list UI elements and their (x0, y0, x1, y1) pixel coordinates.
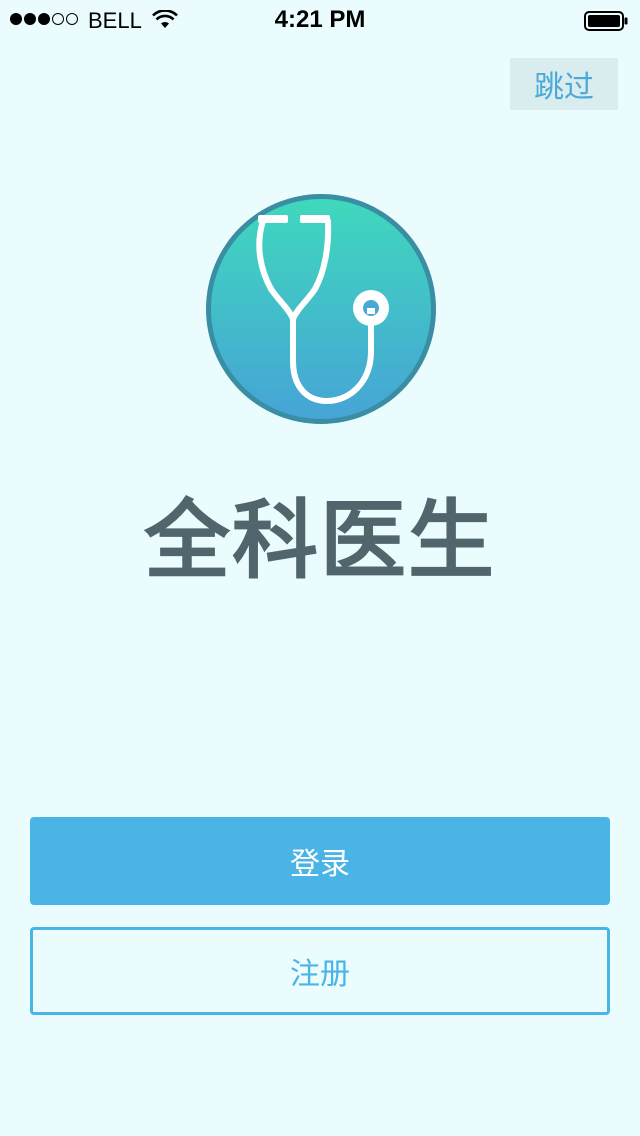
status-time: 4:21 PM (274, 6, 366, 33)
register-button[interactable]: 注册 (30, 927, 610, 1015)
app-title: 全科医生 (144, 491, 496, 591)
skip-button[interactable]: 跳过 (510, 58, 618, 110)
battery-icon (584, 11, 628, 31)
status-bar: BELL 4:21 PM (0, 0, 640, 40)
login-button[interactable]: 登录 (30, 817, 610, 905)
stethoscope-icon (206, 194, 436, 424)
